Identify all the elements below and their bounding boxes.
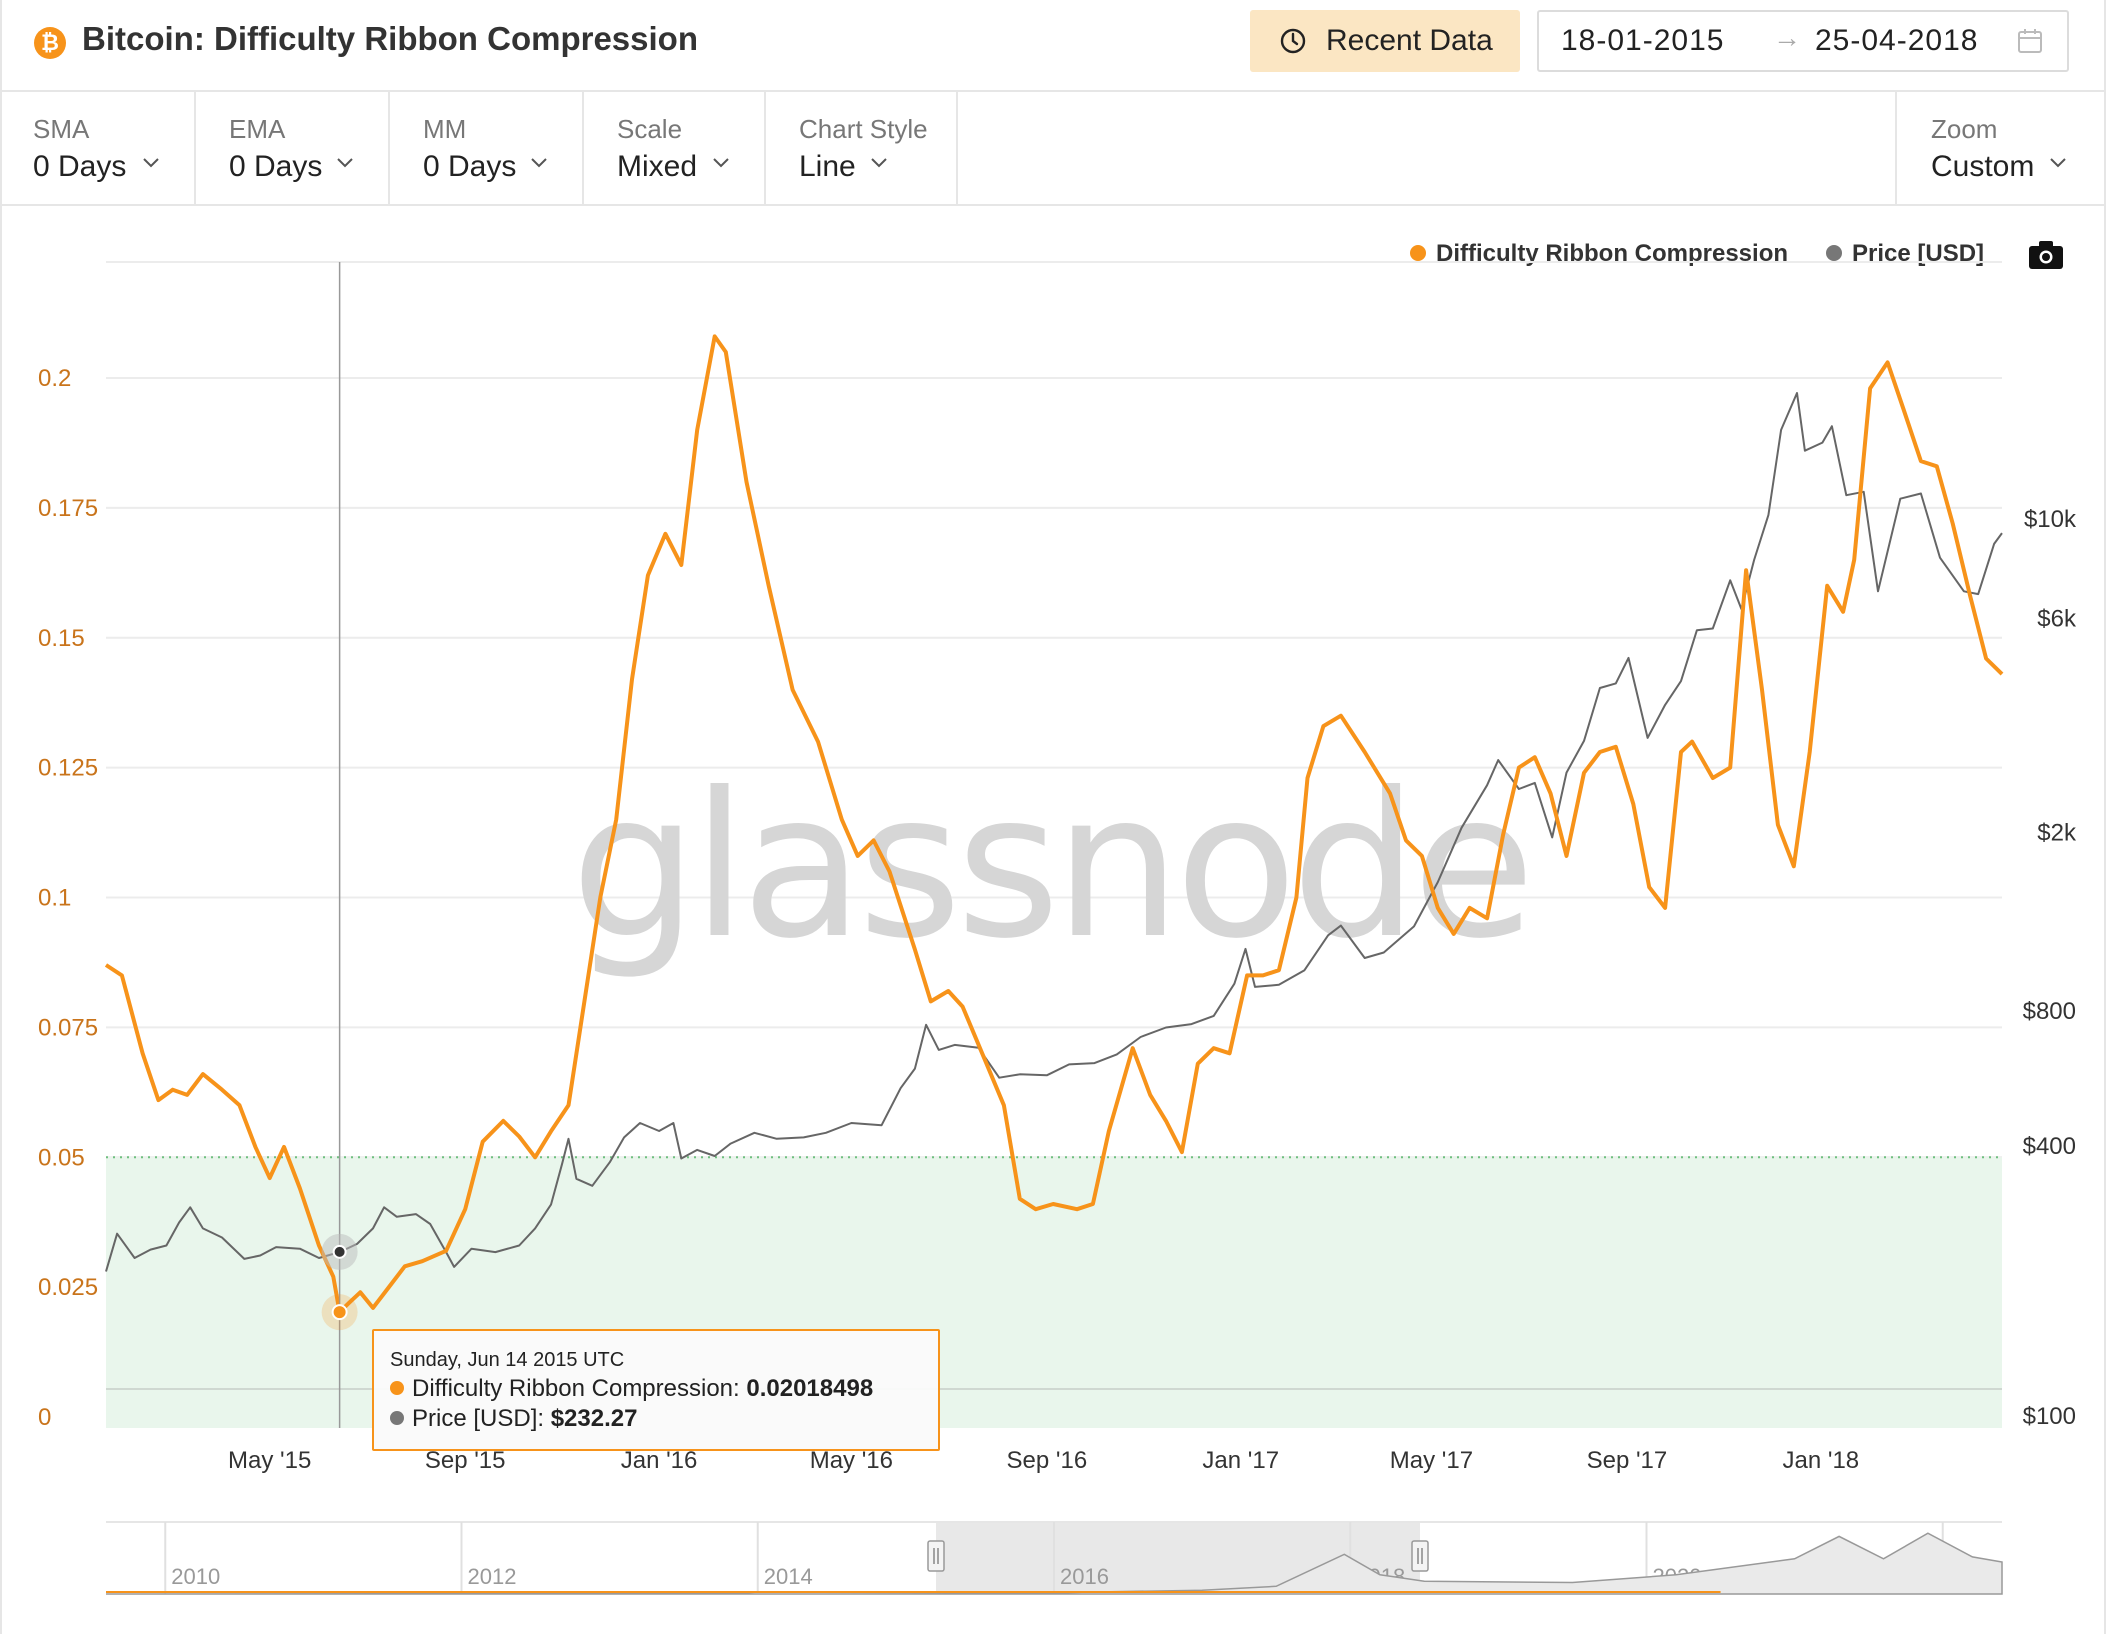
hover-layer: [321, 262, 358, 1428]
x-tick-label: Sep '17: [1587, 1447, 1668, 1474]
navigator-handle: [927, 1540, 945, 1572]
tooltip-row-price: Price [USD]: $232.27: [390, 1405, 637, 1433]
x-axis: May '15 Sep '15 Jan '16 May '16 Sep '16 Jan '…: [228, 1447, 1859, 1474]
x-tick-label: May '16: [810, 1447, 893, 1474]
tooltip-drc-value: 0.02018498: [746, 1375, 874, 1402]
tooltip-dot-drc: [390, 1380, 404, 1395]
x-tick-label: Sep '15: [425, 1447, 506, 1474]
right-tick-label: $800: [2023, 998, 2076, 1025]
left-axis: 0 0.025 0.05 0.075 0.1 0.125 0.15 0.175 0.2: [38, 365, 98, 1431]
tooltip-date: Sunday, Jun 14 2015 UTC: [390, 1349, 625, 1371]
navigator-tick-label: 2014: [764, 1564, 813, 1589]
left-tick-label: 0.125: [38, 755, 98, 782]
navigator-tick-label: 2012: [468, 1564, 517, 1589]
x-tick-label: Jan '16: [621, 1447, 698, 1474]
x-tick-label: Jan '18: [1783, 1447, 1860, 1474]
right-tick-label: $6k: [2037, 605, 2077, 632]
tooltip-drc-label: Difficulty Ribbon Compression:: [412, 1375, 740, 1402]
hover-price-point: [332, 1244, 347, 1259]
tooltip: Sunday, Jun 14 2015 UTC Difficulty Ribbo…: [372, 1329, 940, 1451]
left-tick-label: 0: [38, 1404, 51, 1431]
tooltip-row-drc: Difficulty Ribbon Compression: 0.0201849…: [390, 1375, 873, 1403]
left-tick-label: 0.175: [38, 495, 98, 522]
navigator-tick-label: 2010: [171, 1564, 220, 1589]
right-tick-label: $10k: [2024, 506, 2077, 533]
left-tick-label: 0.075: [38, 1014, 98, 1041]
tooltip-price-label: Price [USD]:: [412, 1405, 545, 1432]
left-tick-label: 0.15: [38, 625, 85, 652]
x-tick-label: May '15: [228, 1447, 311, 1474]
right-tick-label: $100: [2023, 1403, 2076, 1430]
right-tick-label: $2k: [2037, 819, 2077, 846]
hover-drc-point: [331, 1304, 348, 1321]
left-tick-label: 0.025: [38, 1274, 98, 1301]
tooltip-price-value: $232.27: [550, 1405, 638, 1432]
navigator-tick-label: 2016: [1060, 1564, 1109, 1589]
navigator-handle: [1411, 1540, 1429, 1572]
left-tick-label: 0.2: [38, 365, 71, 392]
chart-canvas[interactable]: glassnode 00.0250.050.0750.10.1250.150.1…: [0, 0, 2106, 1634]
x-tick-label: Jan '17: [1202, 1447, 1279, 1474]
x-tick-label: Sep '16: [1007, 1447, 1088, 1474]
x-tick-label: May '17: [1390, 1447, 1473, 1474]
tooltip-dot-price: [390, 1410, 404, 1425]
right-tick-label: $400: [2023, 1133, 2076, 1160]
left-tick-label: 0.1: [38, 885, 71, 912]
navigator-layer: 2010201220142016201820202022: [105, 1521, 2003, 1595]
left-tick-label: 0.05: [38, 1144, 85, 1171]
right-axis: $100 $400 $800 $2k $6k $10k: [2023, 506, 2077, 1430]
